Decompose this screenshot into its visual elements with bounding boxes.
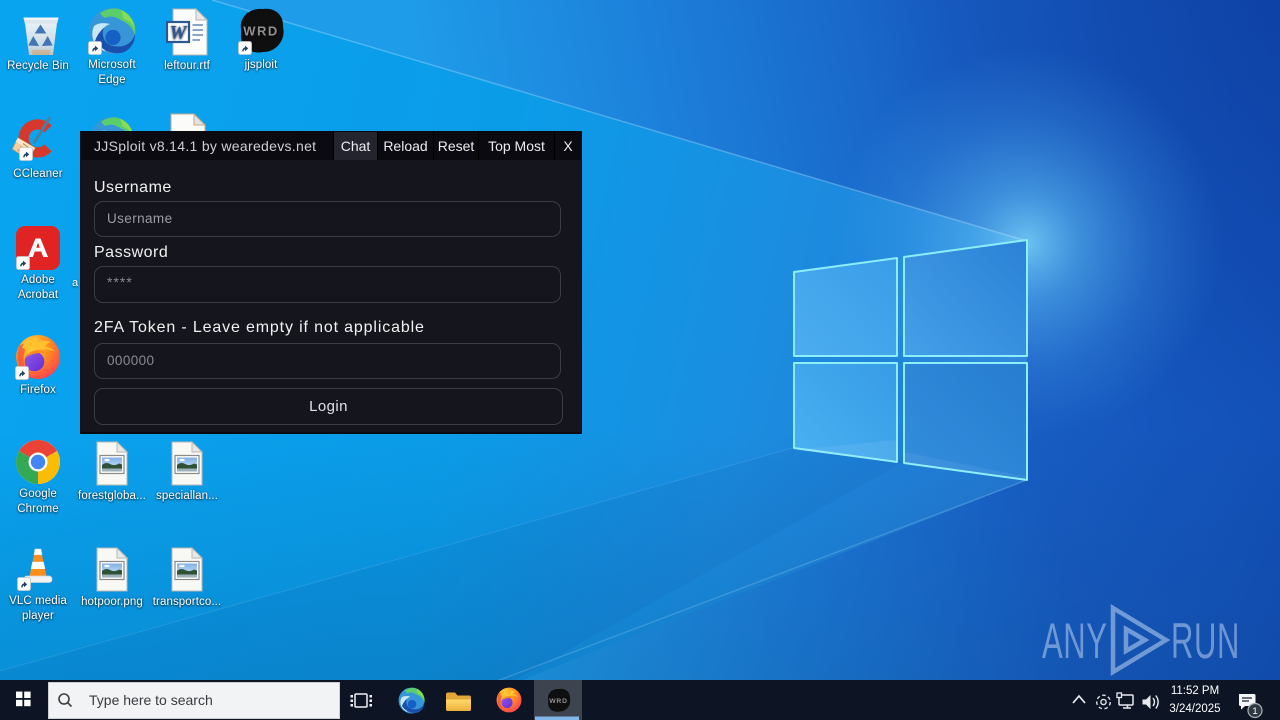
- svg-text:RUN: RUN: [1171, 612, 1240, 668]
- svg-text:W: W: [170, 23, 188, 44]
- svg-text:ANY: ANY: [1042, 612, 1108, 668]
- svg-text:1: 1: [1252, 706, 1257, 717]
